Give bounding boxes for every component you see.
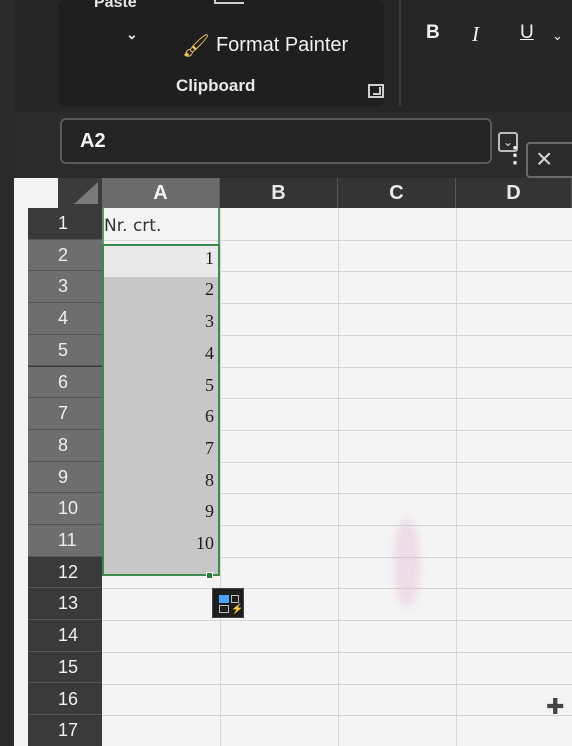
row-header-1[interactable]: 1 [28, 208, 102, 240]
underline-dropdown-icon[interactable]: ⌄ [552, 28, 563, 44]
row-gridline [102, 588, 572, 590]
format-painter-label: Format Painter [215, 34, 349, 56]
cell-a11[interactable]: 10 [114, 533, 214, 554]
select-all-icon [74, 182, 98, 204]
row-header-10[interactable]: 10 [28, 493, 102, 525]
row-header-5[interactable]: 5 [28, 334, 102, 367]
row-header-12[interactable]: 12 [28, 557, 102, 589]
spreadsheet-grid[interactable]: A B C D 1 2 3 4 5 6 7 8 9 10 11 12 13 14 15 16 17 Nr. cr… [14, 178, 572, 746]
cell-a9[interactable]: 8 [114, 470, 214, 491]
quick-analysis-glyph [219, 595, 229, 603]
row-gridline [102, 715, 572, 717]
row-header-13[interactable]: 13 [28, 588, 102, 621]
row-header-3[interactable]: 3 [28, 271, 102, 304]
column-gridline [220, 208, 221, 746]
group-divider [399, 0, 401, 106]
column-header-c[interactable]: C [338, 178, 456, 208]
format-painter-button[interactable]: 🖌 Format Painter [182, 34, 348, 57]
paste-button[interactable]: Paste [94, 0, 137, 12]
paste-dropdown-icon[interactable]: ⌄ [126, 26, 138, 43]
formula-bar: A2 ⌄ ⋮ × [14, 112, 572, 178]
column-gridline [456, 208, 457, 746]
dialog-launcher-icon[interactable] [368, 84, 384, 98]
row-gridline [102, 651, 572, 653]
underline-button[interactable]: U [520, 22, 534, 44]
column-gridline [338, 208, 339, 746]
name-box[interactable]: A2 ⌄ [60, 118, 518, 164]
clipboard-group-label: Clipboard [176, 76, 256, 95]
row-header-17[interactable]: 17 [28, 715, 102, 746]
column-header-b[interactable]: B [220, 178, 338, 208]
quick-analysis-glyph [231, 595, 239, 603]
cell-a5[interactable]: 4 [114, 343, 214, 364]
ribbon: Paste ⌄ 🖌 Format Painter Clipboard B I U… [14, 0, 572, 112]
row-header-4[interactable]: 4 [28, 303, 102, 335]
row-header-9[interactable]: 9 [28, 461, 102, 494]
row-header-6[interactable]: 6 [28, 366, 102, 399]
screen-glare [394, 518, 420, 608]
paintbrush-icon: 🖌 [182, 32, 210, 58]
quick-analysis-glyph: ⚡ [231, 604, 244, 615]
column-header-d[interactable]: D [456, 178, 572, 208]
row-header-15[interactable]: 15 [28, 652, 102, 684]
cell-a8[interactable]: 7 [114, 438, 214, 459]
cell-a7[interactable]: 6 [114, 406, 214, 427]
cell-cursor-icon: ✚ [546, 694, 565, 719]
quick-analysis-icon[interactable]: ⚡ [212, 588, 244, 618]
fill-handle[interactable] [206, 572, 213, 579]
row-gridline [102, 683, 572, 685]
italic-button[interactable]: I [472, 22, 479, 47]
copy-icon[interactable] [214, 0, 244, 4]
cell-a10[interactable]: 9 [114, 501, 214, 522]
cancel-button[interactable]: × [526, 142, 572, 178]
cell-a2[interactable]: 1 [114, 248, 214, 269]
row-header-7[interactable]: 7 [28, 398, 102, 430]
bold-button[interactable]: B [426, 22, 440, 44]
column-header-a[interactable]: A [102, 178, 220, 208]
cell-a6[interactable]: 5 [114, 375, 214, 396]
cell-a4[interactable]: 3 [114, 311, 214, 332]
row-header-11[interactable]: 11 [28, 525, 102, 557]
cell-a3[interactable]: 2 [114, 279, 214, 300]
name-box-value: A2 [80, 130, 106, 152]
row-header-2[interactable]: 2 [28, 239, 102, 272]
row-header-16[interactable]: 16 [28, 684, 102, 716]
cell-a1[interactable]: Nr. crt. [104, 216, 161, 236]
row-header-14[interactable]: 14 [28, 620, 102, 652]
row-gridline [102, 620, 572, 622]
row-header-8[interactable]: 8 [28, 429, 102, 462]
more-options-icon[interactable]: ⋮ [504, 142, 526, 168]
quick-analysis-glyph [219, 605, 229, 613]
